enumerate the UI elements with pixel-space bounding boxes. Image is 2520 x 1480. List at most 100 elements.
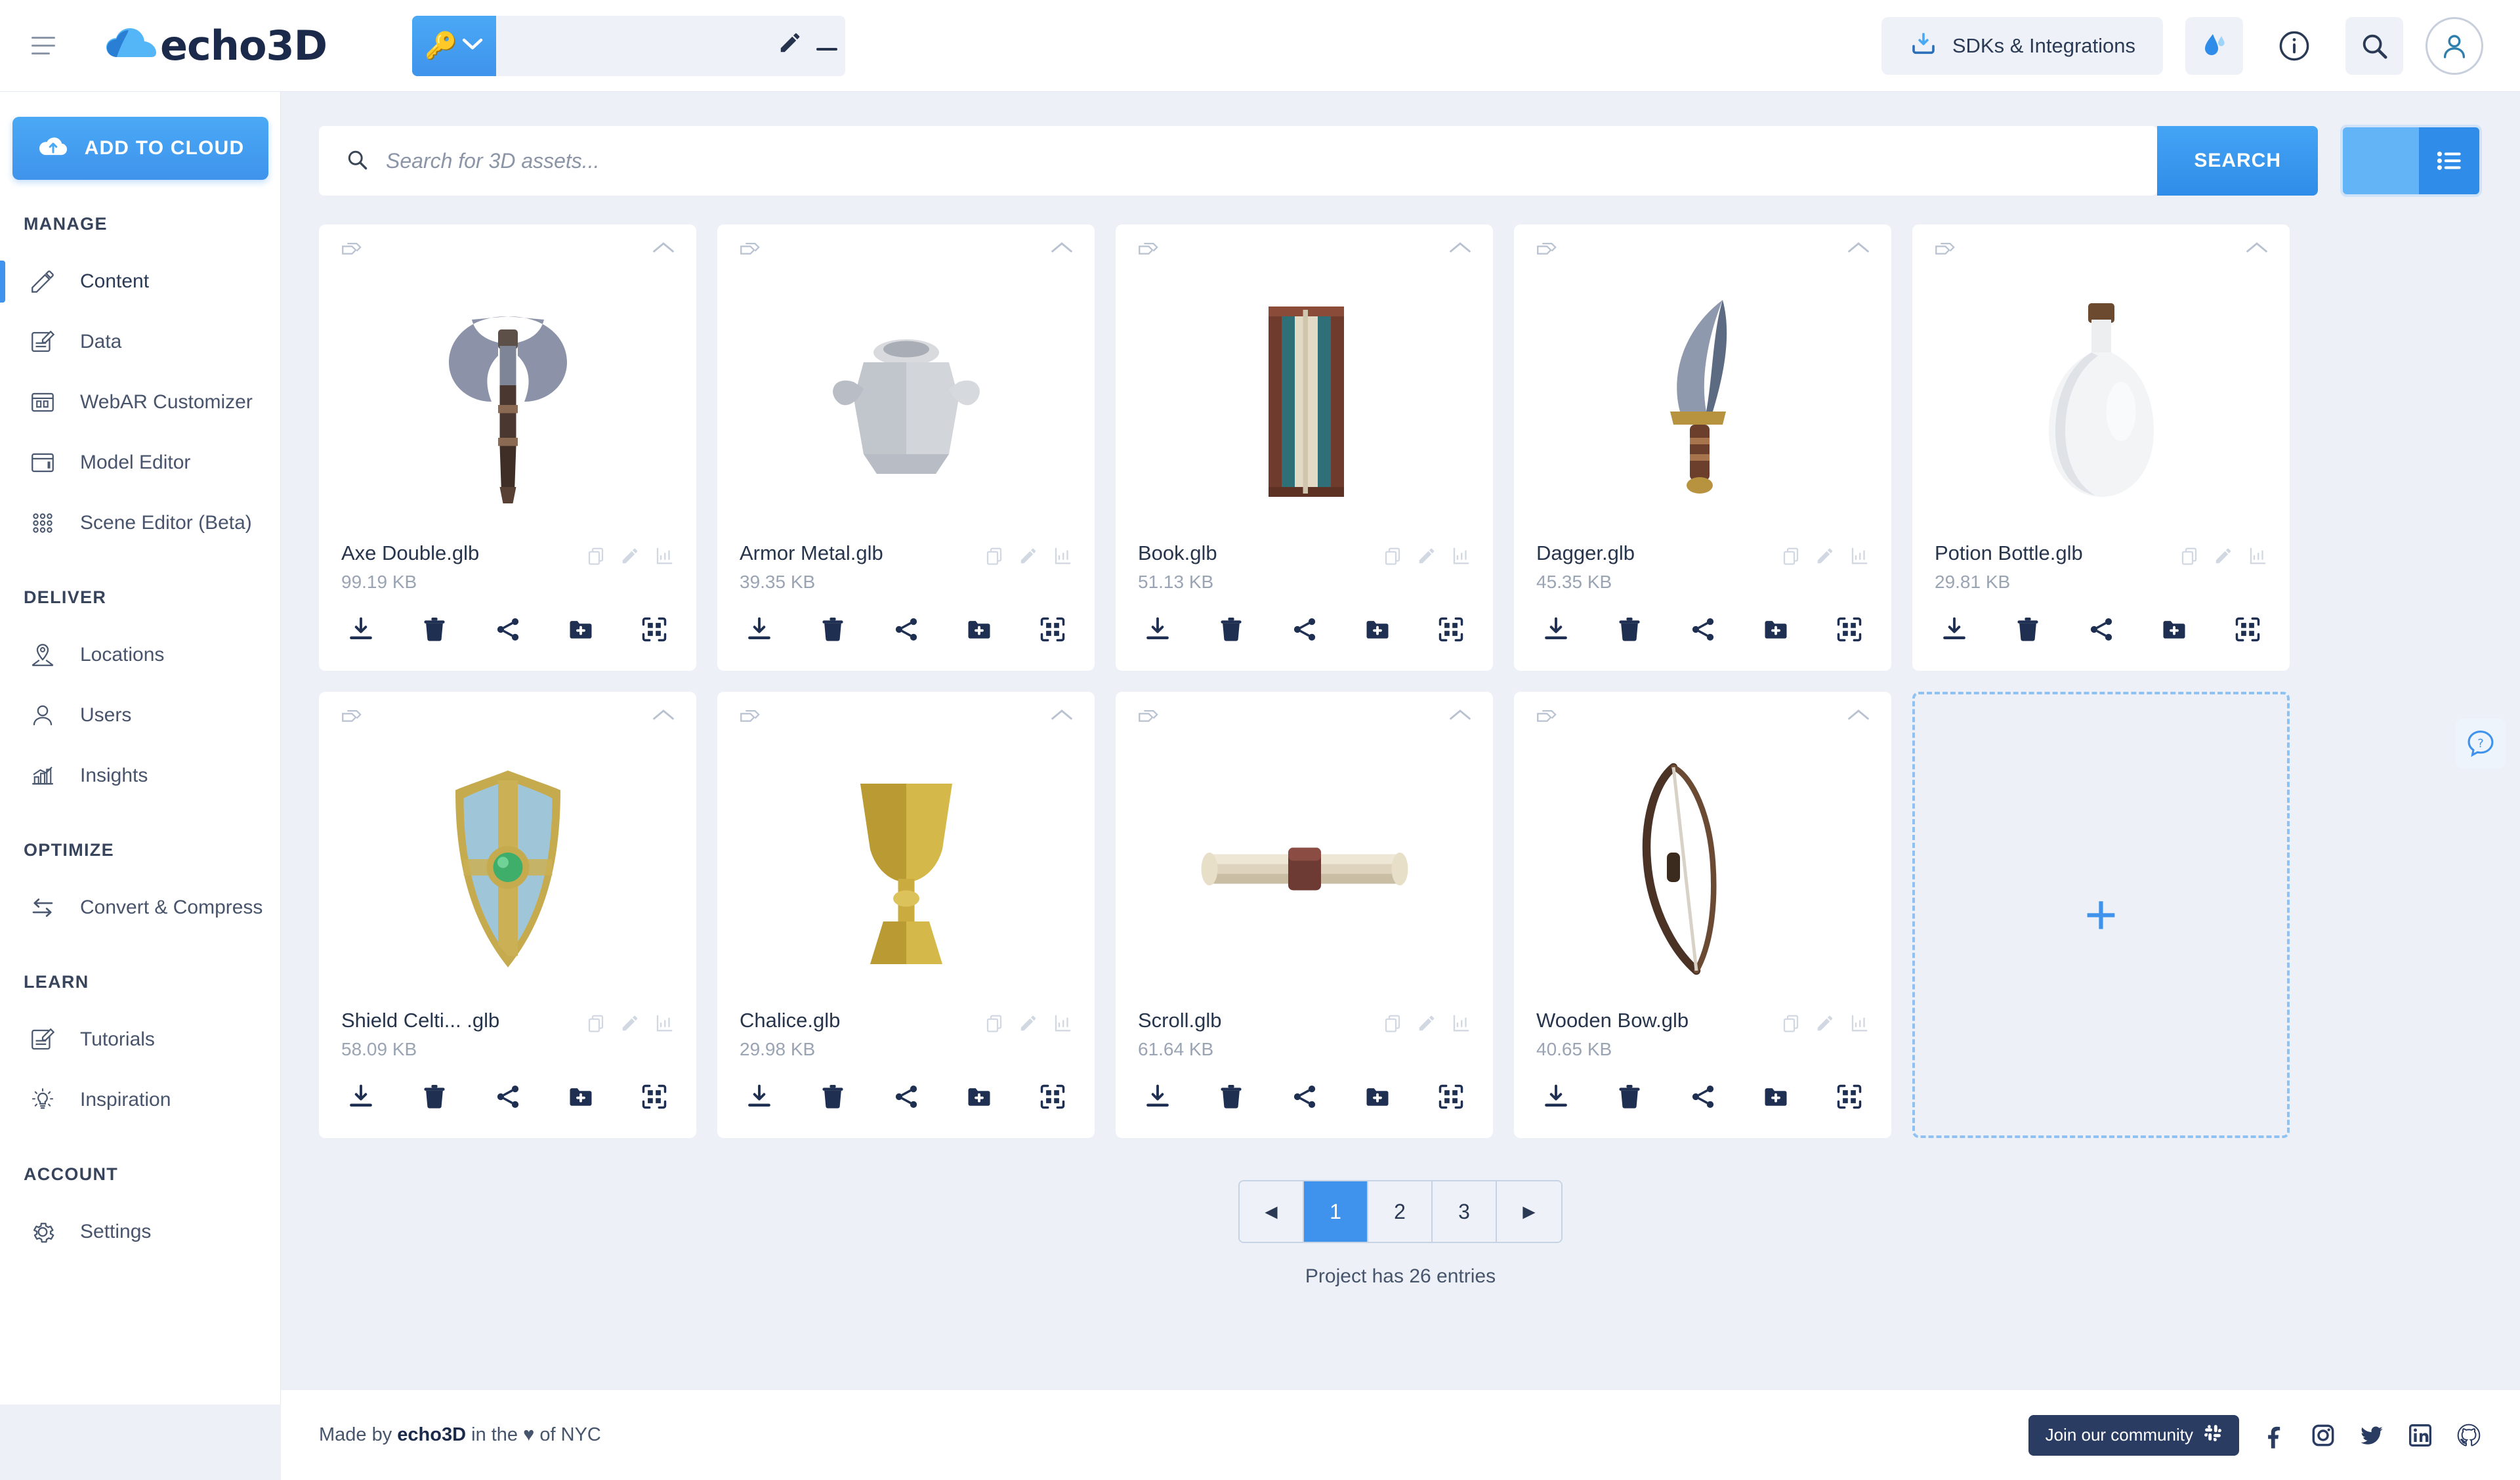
info-button[interactable]	[2265, 17, 2323, 75]
sidebar-item-scene-editor[interactable]: Scene Editor (Beta)	[0, 493, 280, 553]
analytics-icon[interactable]	[1451, 546, 1471, 569]
analytics-icon[interactable]	[654, 1013, 674, 1036]
sidebar-item-insights[interactable]: Insights	[0, 746, 280, 806]
asset-thumbnail[interactable]	[1116, 730, 1493, 1008]
download-icon[interactable]	[346, 615, 375, 647]
analytics-icon[interactable]	[1849, 1013, 1869, 1036]
download-icon[interactable]	[1940, 615, 1969, 647]
sidebar-item-locations[interactable]: Locations	[0, 625, 280, 685]
pagination-page-1[interactable]: 1	[1304, 1181, 1368, 1242]
delete-icon[interactable]	[1615, 1082, 1644, 1114]
download-icon[interactable]	[1542, 1082, 1570, 1114]
global-search-button[interactable]	[2345, 16, 2403, 75]
asset-card[interactable]: Potion Bottle.glb 29.81 KB	[1912, 224, 2290, 671]
add-to-folder-icon[interactable]	[1363, 1082, 1392, 1114]
tag-icon[interactable]	[340, 240, 362, 263]
copy-icon[interactable]	[1383, 546, 1402, 569]
asset-card[interactable]: Chalice.glb 29.98 KB	[717, 692, 1095, 1138]
search-button[interactable]: SEARCH	[2157, 126, 2318, 196]
edit-icon[interactable]	[620, 1013, 640, 1036]
share-icon[interactable]	[494, 1082, 522, 1114]
add-to-folder-icon[interactable]	[1363, 615, 1392, 647]
qr-code-icon[interactable]	[1835, 1082, 1864, 1114]
asset-card[interactable]: Armor Metal.glb 39.35 KB	[717, 224, 1095, 671]
sdks-integrations-button[interactable]: SDKs & Integrations	[1881, 16, 2163, 75]
qr-code-icon[interactable]	[1038, 615, 1067, 647]
delete-icon[interactable]	[818, 1082, 847, 1114]
download-icon[interactable]	[745, 1082, 774, 1114]
share-icon[interactable]	[2087, 615, 2116, 647]
chevron-up-icon[interactable]	[1050, 240, 1074, 258]
github-icon[interactable]	[2456, 1422, 2482, 1448]
sidebar-item-convert-compress[interactable]: Convert & Compress	[0, 877, 280, 938]
add-to-cloud-button[interactable]: ADD TO CLOUD	[12, 117, 268, 180]
tag-icon[interactable]	[1137, 708, 1159, 730]
tag-icon[interactable]	[1933, 240, 1956, 263]
linkedin-icon[interactable]	[2407, 1422, 2433, 1448]
download-icon[interactable]	[1143, 615, 1172, 647]
pagination-page-2[interactable]: 2	[1368, 1181, 1433, 1242]
chevron-up-icon[interactable]	[2245, 240, 2269, 258]
sidebar-item-tutorials[interactable]: Tutorials	[0, 1009, 280, 1070]
share-icon[interactable]	[1689, 615, 1717, 647]
copy-icon[interactable]	[586, 1013, 606, 1036]
edit-project-icon[interactable]	[772, 30, 808, 61]
instagram-icon[interactable]	[2310, 1422, 2336, 1448]
analytics-icon[interactable]	[654, 546, 674, 569]
qr-code-icon[interactable]	[640, 615, 669, 647]
sidebar-item-inspiration[interactable]: Inspiration	[0, 1070, 280, 1130]
delete-icon[interactable]	[1615, 615, 1644, 647]
join-community-button[interactable]: Join our community	[2028, 1414, 2239, 1456]
qr-code-icon[interactable]	[1835, 615, 1864, 647]
copy-icon[interactable]	[1383, 1013, 1402, 1036]
chevron-up-icon[interactable]	[1847, 240, 1870, 258]
asset-thumbnail[interactable]	[1514, 730, 1891, 1008]
analytics-icon[interactable]	[2248, 546, 2267, 569]
grid-view-button[interactable]	[2343, 127, 2419, 194]
edit-icon[interactable]	[1018, 546, 1038, 569]
sidebar-item-data[interactable]: Data	[0, 312, 280, 372]
asset-thumbnail[interactable]	[717, 730, 1095, 1008]
delete-icon[interactable]	[420, 1082, 449, 1114]
asset-card[interactable]: Axe Double.glb 99.19 KB	[319, 224, 696, 671]
edit-icon[interactable]	[2214, 546, 2233, 569]
share-icon[interactable]	[1290, 1082, 1319, 1114]
pagination-next[interactable]: ►	[1497, 1181, 1561, 1242]
copy-icon[interactable]	[586, 546, 606, 569]
share-icon[interactable]	[494, 615, 522, 647]
help-button[interactable]: ?	[2456, 719, 2506, 769]
qr-code-icon[interactable]	[1038, 1082, 1067, 1114]
sidebar-item-model-editor[interactable]: Model Editor	[0, 433, 280, 493]
sidebar-item-users[interactable]: Users	[0, 685, 280, 746]
chevron-up-icon[interactable]	[1847, 708, 1870, 725]
pagination-prev[interactable]: ◄	[1240, 1181, 1304, 1242]
edit-icon[interactable]	[1417, 546, 1437, 569]
qr-code-icon[interactable]	[2233, 615, 2262, 647]
share-icon[interactable]	[892, 1082, 921, 1114]
edit-icon[interactable]	[620, 546, 640, 569]
project-selector[interactable]: 🔑	[412, 15, 846, 76]
qr-code-icon[interactable]	[1437, 615, 1465, 647]
asset-card[interactable]: Shield Celti... .glb 58.09 KB	[319, 692, 696, 1138]
analytics-icon[interactable]	[1849, 546, 1869, 569]
asset-thumbnail[interactable]	[319, 263, 696, 541]
add-to-folder-icon[interactable]	[965, 615, 994, 647]
edit-icon[interactable]	[1417, 1013, 1437, 1036]
sidebar-item-content[interactable]: Content	[0, 251, 280, 312]
chevron-up-icon[interactable]	[652, 240, 675, 258]
search-input[interactable]	[386, 148, 2158, 173]
asset-thumbnail[interactable]	[1116, 263, 1493, 541]
tag-icon[interactable]	[340, 708, 362, 730]
download-icon[interactable]	[1143, 1082, 1172, 1114]
edit-icon[interactable]	[1018, 1013, 1038, 1036]
asset-card[interactable]: Book.glb 51.13 KB	[1116, 224, 1493, 671]
copy-icon[interactable]	[1781, 1013, 1801, 1036]
app-logo[interactable]: echo3D	[105, 22, 327, 70]
analytics-icon[interactable]	[1053, 546, 1072, 569]
tag-icon[interactable]	[1535, 708, 1557, 730]
remove-project-icon[interactable]	[808, 33, 845, 58]
add-to-folder-icon[interactable]	[2160, 615, 2189, 647]
menu-toggle-icon[interactable]	[32, 33, 62, 59]
tag-icon[interactable]	[1535, 240, 1557, 263]
tag-icon[interactable]	[738, 708, 761, 730]
